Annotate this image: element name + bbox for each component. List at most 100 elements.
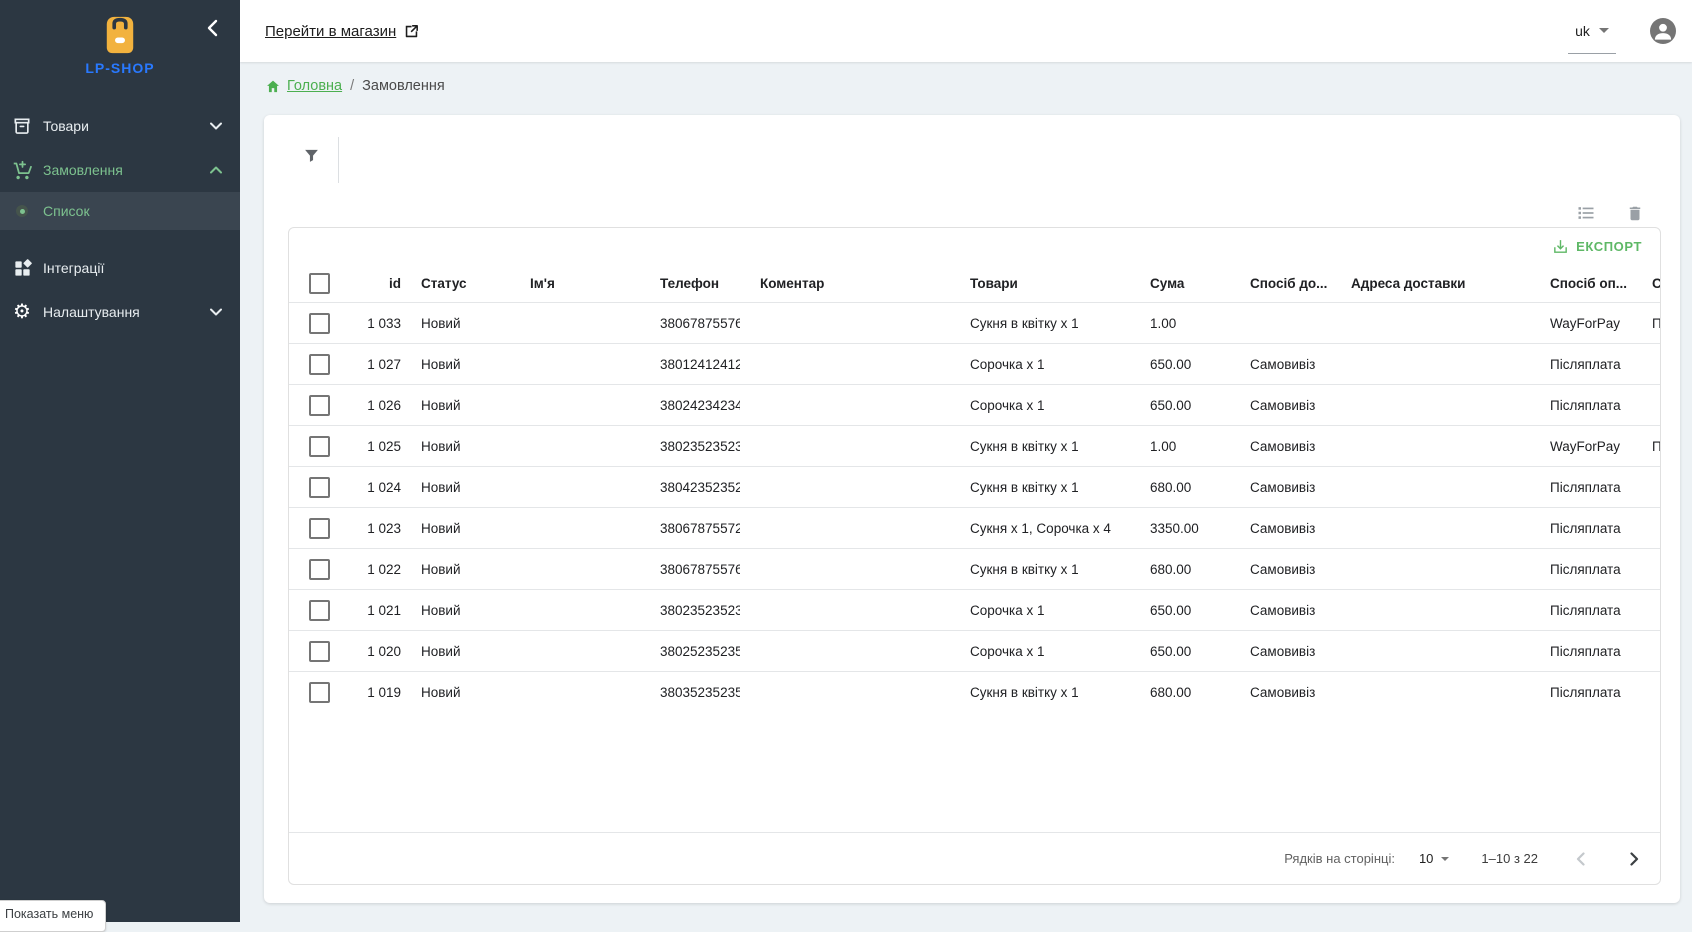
cell-payment_status: [1632, 590, 1660, 631]
row-checkbox[interactable]: [309, 641, 330, 662]
cell-sum: 650.00: [1130, 631, 1230, 672]
table-row[interactable]: 1 026Новий380242342342Сорочка x 1650.00С…: [289, 385, 1660, 426]
language-select[interactable]: uk: [1568, 19, 1616, 54]
sidebar-item-orders[interactable]: Замовлення: [0, 148, 240, 192]
row-checkbox[interactable]: [309, 395, 330, 416]
table-row[interactable]: 1 021Новий380235235235Сорочка x 1650.00С…: [289, 590, 1660, 631]
cell-sum: 3350.00: [1130, 508, 1230, 549]
row-checkbox[interactable]: [309, 600, 330, 621]
row-checkbox[interactable]: [309, 518, 330, 539]
table-row[interactable]: 1 025Новий380235235235Сукня в квітку x 1…: [289, 426, 1660, 467]
cell-id: 1 023: [359, 508, 401, 549]
row-checkbox[interactable]: [309, 682, 330, 703]
rows-per-page-label: Рядків на сторінці:: [1284, 851, 1395, 866]
row-checkbox[interactable]: [309, 313, 330, 334]
row-checkbox[interactable]: [309, 354, 330, 375]
topbar: Перейти в магазин uk: [240, 0, 1692, 62]
breadcrumb-home-link[interactable]: Головна: [265, 78, 342, 94]
list-icon: [1576, 203, 1596, 223]
cell-phone: 380678755722: [640, 508, 740, 549]
cell-status: Новий: [401, 385, 510, 426]
cell-id: 1 024: [359, 467, 401, 508]
cell-comment: [740, 426, 950, 467]
cell-address: [1331, 590, 1530, 631]
orders-card: ЕКСПОРТ idСтатусІм'яТелефонКоментарТовар…: [264, 115, 1680, 903]
cell-status: Новий: [401, 549, 510, 590]
column-header-status[interactable]: Статус: [401, 264, 510, 303]
cell-products: Сукня x 1, Сорочка x 4: [950, 508, 1130, 549]
cell-id: 1 026: [359, 385, 401, 426]
cell-select: [289, 631, 359, 672]
trash-icon: [1626, 204, 1644, 223]
cell-products: Сукня в квітку x 1: [950, 549, 1130, 590]
caret-down-icon: [1441, 857, 1449, 861]
external-link-icon: [403, 23, 420, 40]
sidebar-item-settings[interactable]: ⚙ Налаштування: [0, 290, 240, 334]
chevron-left-icon: [206, 19, 218, 37]
row-checkbox[interactable]: [309, 477, 330, 498]
cell-products: Сорочка x 1: [950, 385, 1130, 426]
cell-products: Сукня в квітку x 1: [950, 303, 1130, 344]
column-header-payment[interactable]: Спосіб оп...: [1530, 264, 1632, 303]
table-row[interactable]: 1 033Новий380678755765Сукня в квітку x 1…: [289, 303, 1660, 344]
cell-payment: WayForPay: [1530, 303, 1632, 344]
cell-select: [289, 549, 359, 590]
cell-delivery: Самовивіз: [1230, 590, 1331, 631]
status-tooltip: Показать меню: [0, 900, 106, 932]
cell-address: [1331, 385, 1530, 426]
cell-payment_status: П: [1632, 303, 1660, 344]
sidebar-item-label: Налаштування: [43, 304, 210, 320]
sidebar-item-products[interactable]: Товари: [0, 104, 240, 148]
column-header-comment[interactable]: Коментар: [740, 264, 950, 303]
pagination: Рядків на сторінці: 10 1–10 з 22: [289, 832, 1660, 884]
delete-button[interactable]: [1626, 204, 1644, 223]
cell-delivery: Самовивіз: [1230, 549, 1331, 590]
column-header-sum[interactable]: Сума: [1130, 264, 1230, 303]
home-icon: [265, 79, 281, 94]
table-row[interactable]: 1 020Новий380252352352Сорочка x 1650.00С…: [289, 631, 1660, 672]
cell-sum: 650.00: [1130, 590, 1230, 631]
column-header-id[interactable]: id: [359, 264, 401, 303]
pagination-range: 1–10 з 22: [1481, 851, 1538, 866]
table-row[interactable]: 1 022Новий380678755765Сукня в квітку x 1…: [289, 549, 1660, 590]
sidebar-item-orders-list[interactable]: Список: [0, 192, 240, 230]
cell-comment: [740, 385, 950, 426]
chevron-down-icon: [210, 122, 222, 130]
cell-select: [289, 467, 359, 508]
cell-status: Новий: [401, 303, 510, 344]
previous-page-button[interactable]: [1568, 847, 1592, 871]
column-header-address[interactable]: Адреса доставки: [1331, 264, 1530, 303]
rows-per-page-value: 10: [1419, 851, 1433, 866]
cell-id: 1 033: [359, 303, 401, 344]
account-avatar[interactable]: [1650, 18, 1676, 44]
cell-name: [510, 344, 640, 385]
rows-per-page-select[interactable]: 10: [1419, 851, 1449, 866]
column-header-payment_status[interactable]: С: [1632, 264, 1660, 303]
column-header-delivery[interactable]: Спосіб до...: [1230, 264, 1331, 303]
sidebar-item-integrations[interactable]: Інтеграції: [0, 246, 240, 290]
export-row: ЕКСПОРТ: [289, 228, 1660, 264]
export-button[interactable]: ЕКСПОРТ: [1546, 234, 1648, 259]
table-row[interactable]: 1 024Новий380423523523Сукня в квітку x 1…: [289, 467, 1660, 508]
table-row[interactable]: 1 023Новий380678755722Сукня x 1, Сорочка…: [289, 508, 1660, 549]
column-header-name[interactable]: Ім'я: [510, 264, 640, 303]
cell-status: Новий: [401, 467, 510, 508]
column-header-products[interactable]: Товари: [950, 264, 1130, 303]
cell-sum: 680.00: [1130, 467, 1230, 508]
filter-button[interactable]: [297, 141, 325, 169]
cell-id: 1 020: [359, 631, 401, 672]
table-row[interactable]: 1 019Новий380352352353Сукня в квітку x 1…: [289, 672, 1660, 713]
next-page-button[interactable]: [1622, 847, 1646, 871]
row-checkbox[interactable]: [309, 559, 330, 580]
column-settings-button[interactable]: [1576, 203, 1596, 223]
cell-sum: 680.00: [1130, 549, 1230, 590]
table-row[interactable]: 1 027Новий380124124124Сорочка x 1650.00С…: [289, 344, 1660, 385]
row-checkbox[interactable]: [309, 436, 330, 457]
cell-phone: 380242342342: [640, 385, 740, 426]
column-header-phone[interactable]: Телефон: [640, 264, 740, 303]
go-to-store-link[interactable]: Перейти в магазин: [265, 23, 420, 40]
select-all-checkbox[interactable]: [309, 273, 330, 294]
cell-select: [289, 344, 359, 385]
sidebar-collapse-button[interactable]: [200, 16, 224, 40]
cell-address: [1331, 631, 1530, 672]
